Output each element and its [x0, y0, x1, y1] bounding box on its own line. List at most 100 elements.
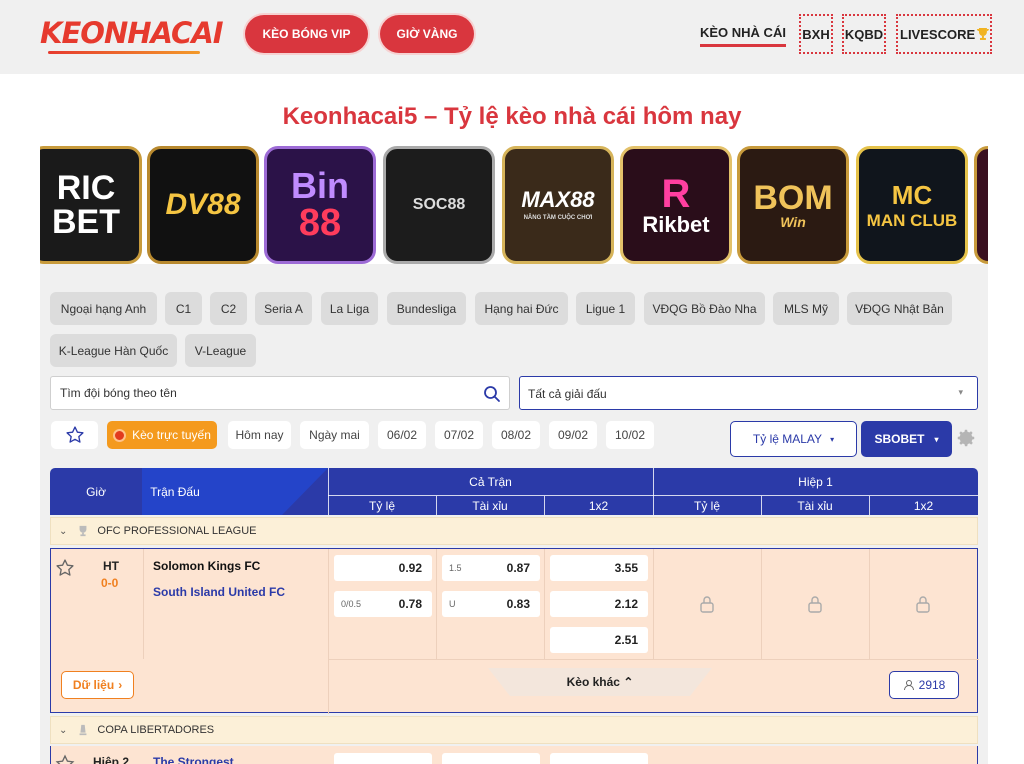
team-search-input[interactable]	[60, 386, 460, 400]
trophy-icon	[79, 525, 87, 537]
league-chip[interactable]: Ngoại hạng Anh	[50, 292, 157, 325]
header-over-under: Tài xỉu	[472, 498, 508, 513]
banner-text: Win	[780, 214, 806, 230]
odds-cell[interactable]	[550, 753, 648, 764]
odds-cell[interactable]	[334, 753, 432, 764]
chevron-right-icon: ›	[118, 678, 123, 692]
header-first-half: Hiệp 1	[798, 475, 833, 489]
site-logo[interactable]: KEONHACAI	[40, 16, 224, 54]
odds-cell[interactable]: U 0.83	[442, 591, 540, 617]
vip-odds-button[interactable]: KÈO BÓNG VIP	[247, 17, 366, 51]
league-chip[interactable]: Bundesliga	[387, 292, 466, 325]
logo-k: K	[40, 16, 63, 50]
nav-standings[interactable]: BXH	[799, 14, 833, 54]
search-icon[interactable]	[483, 385, 501, 403]
banner-ricbet[interactable]: RIC BET	[40, 146, 142, 264]
league-select[interactable]: Tất cả giải đấu ▾	[519, 376, 978, 410]
match-data-button[interactable]: Dữ liệu ›	[61, 671, 134, 699]
chevron-down-icon: ▾	[958, 387, 963, 397]
nav-bookmaker-odds[interactable]: KÈO NHÀ CÁI	[700, 25, 786, 47]
banner-partial[interactable]	[974, 146, 988, 264]
match-data-label: Dữ liệu	[72, 678, 115, 692]
chevron-down-icon[interactable]: ⌄	[59, 526, 67, 537]
star-icon[interactable]	[55, 558, 75, 578]
filter-date[interactable]: 07/02	[435, 421, 483, 449]
odds-cell[interactable]: 0/0.5 0.78	[334, 591, 432, 617]
odds-type-select[interactable]: Tỷ lệ MALAY ▾	[730, 421, 857, 457]
header-full-match: Cả Trận	[469, 475, 512, 489]
league-chip[interactable]: V-League	[185, 334, 256, 367]
banner-text: DV88	[165, 188, 241, 221]
league-chip[interactable]: La Liga	[321, 292, 378, 325]
live-dot-icon	[113, 428, 127, 442]
odds-cell[interactable]: 2.51	[550, 627, 648, 653]
odds-cell[interactable]	[442, 753, 540, 764]
chevron-down-icon[interactable]: ⌄	[59, 725, 67, 736]
odds-value: 3.55	[614, 561, 638, 575]
league-chip[interactable]: VĐQG Nhật Bản	[847, 292, 952, 325]
filter-today[interactable]: Hôm nay	[228, 421, 291, 449]
odds-table-header: Giờ Trận Đấu Cả Trận Hiệp 1 Tỷ lệ Tài xỉ…	[50, 468, 978, 515]
league-chip[interactable]: Hạng hai Đức	[475, 292, 568, 325]
league-chip[interactable]: Seria A	[255, 292, 312, 325]
banner-dv88[interactable]: DV88	[147, 146, 259, 264]
star-icon[interactable]	[55, 754, 75, 764]
header-time: Giờ	[86, 484, 106, 499]
gear-icon[interactable]	[955, 427, 977, 449]
odds-value: 0.78	[398, 597, 422, 611]
viewers-count[interactable]: 2918	[889, 671, 959, 699]
nav-results[interactable]: KQBD	[842, 14, 886, 54]
away-team[interactable]: South Island United FC	[153, 585, 285, 599]
logo-text: EONHACAI	[61, 16, 223, 50]
banner-max88[interactable]: MAX88 NÂNG TẦM CUỘC CHƠI	[502, 146, 614, 264]
league-row-copa[interactable]: ⌄ COPA LIBERTADORES	[50, 716, 978, 744]
trophy-icon	[79, 724, 87, 736]
home-team[interactable]: The Strongest	[153, 755, 234, 764]
bookmaker-select[interactable]: SBOBET ▾	[861, 421, 952, 457]
odds-cell[interactable]: 2.12	[550, 591, 648, 617]
live-odds-button[interactable]: Kèo trực tuyến	[107, 421, 217, 449]
odds-line: U	[449, 599, 456, 609]
header-match: Trận Đấu	[150, 484, 200, 499]
banner-rikbet[interactable]: R Rikbet	[620, 146, 732, 264]
more-odds-tab[interactable]: Kèo khác ⌃	[488, 668, 712, 696]
lock-icon	[700, 596, 714, 613]
league-row-ofc[interactable]: ⌄ OFC PROFESSIONAL LEAGUE	[50, 517, 978, 545]
banner-bomwin[interactable]: BOM Win	[737, 146, 849, 264]
league-chip[interactable]: Ligue 1	[576, 292, 635, 325]
odds-value: 2.51	[614, 633, 638, 647]
bookmaker-banner-strip: RIC BET DV88 Bin 88 SOC88 MAX88 NÂNG TẦM CU…	[40, 146, 988, 264]
banner-manclub[interactable]: MC MAN CLUB	[856, 146, 968, 264]
filter-date[interactable]: 06/02	[378, 421, 426, 449]
banner-text: 88	[298, 202, 342, 244]
league-chip[interactable]: K-League Hàn Quốc	[50, 334, 177, 367]
more-odds-label: Kèo khác ⌃	[566, 675, 634, 689]
odds-cell[interactable]: 3.55	[550, 555, 648, 581]
filter-date[interactable]: 09/02	[549, 421, 597, 449]
odds-cell[interactable]: 1.5 0.87	[442, 555, 540, 581]
league-name: OFC PROFESSIONAL LEAGUE	[97, 525, 257, 537]
filter-date[interactable]: 10/02	[606, 421, 654, 449]
odds-value: 0.83	[506, 597, 530, 611]
live-odds-label: Kèo trực tuyến	[132, 428, 211, 442]
match-row: Hiệp 2 The Strongest	[50, 746, 978, 764]
league-chip[interactable]: C1	[165, 292, 202, 325]
league-chip[interactable]: C2	[210, 292, 247, 325]
user-icon	[903, 680, 914, 691]
filter-date[interactable]: 08/02	[492, 421, 540, 449]
league-chip[interactable]: VĐQG Bồ Đào Nha	[644, 292, 765, 325]
banner-bin88[interactable]: Bin 88	[264, 146, 376, 264]
nav-livescore[interactable]: LIVESCORE	[896, 14, 992, 54]
header-handicap-h1: Tỷ lệ	[693, 498, 720, 513]
banner-soc88[interactable]: SOC88	[383, 146, 495, 264]
logo-underline	[48, 51, 200, 54]
home-team[interactable]: Solomon Kings FC	[153, 559, 260, 573]
league-chip[interactable]: MLS Mỹ	[773, 292, 839, 325]
odds-cell[interactable]: 0.92	[334, 555, 432, 581]
match-status: Hiệp 2	[93, 755, 130, 764]
lock-icon	[808, 596, 822, 613]
favorites-button[interactable]	[51, 421, 98, 449]
filter-tomorrow[interactable]: Ngày mai	[300, 421, 369, 449]
golden-hour-button[interactable]: GIỜ VÀNG	[382, 17, 472, 51]
header-1x2: 1x2	[588, 498, 609, 513]
